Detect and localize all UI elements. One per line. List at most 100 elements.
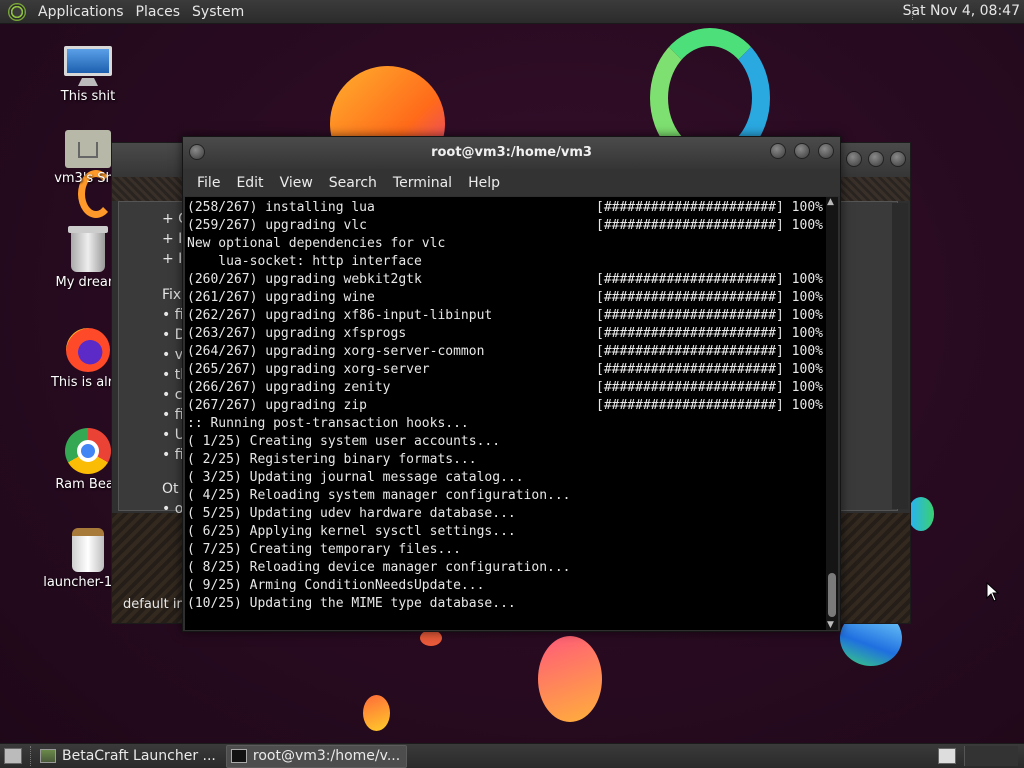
desktop-icon-label: This shit (60, 89, 116, 104)
terminal-line: ( 3/25) Updating journal message catalog… (187, 469, 828, 487)
terminal-line-text: ( 2/25) Registering binary formats... (187, 452, 477, 467)
workspace-switcher[interactable] (964, 746, 1018, 766)
clock[interactable]: Sat Nov 4, 08:47 (903, 3, 1020, 19)
progress-bar-text: [######################] 100% (596, 380, 823, 395)
terminal-line-text: ( 3/25) Updating journal message catalog… (187, 470, 524, 485)
menu-terminal[interactable]: Terminal (385, 175, 460, 191)
menu-file[interactable]: File (189, 175, 228, 191)
terminal-line-text: (258/267) installing lua (187, 200, 375, 215)
terminal-line-text: lua-socket: http interface (187, 254, 422, 269)
window-menu-button[interactable] (189, 144, 205, 160)
wallpaper-blue-small (908, 497, 934, 531)
launcher-window-controls (846, 151, 906, 167)
terminal-line-text: (260/267) upgrading webkit2gtk (187, 272, 422, 287)
taskbar-item-launcher[interactable]: BetaCraft Launcher ... (36, 745, 222, 768)
terminal-line: (261/267) upgrading wine [###############… (187, 289, 828, 307)
terminal-line: (260/267) upgrading webkit2gtk [#########… (187, 271, 828, 289)
places-menu[interactable]: Places (130, 4, 187, 20)
terminal-line-text: (267/267) upgrading zip (187, 398, 368, 413)
progress-bar-text: [######################] 100% (596, 272, 823, 287)
terminal-scrollbar[interactable]: ▲ ▼ (826, 197, 838, 630)
progress-bar-text: [######################] 100% (596, 290, 823, 305)
progress-bar-text: [######################] 100% (596, 344, 823, 359)
terminal-line-text: ( 9/25) Arming ConditionNeedsUpdate... (187, 578, 485, 593)
scroll-up-arrow-icon[interactable]: ▲ (827, 197, 834, 207)
taskbar-item-label: root@vm3:/home/v... (252, 748, 401, 764)
progress-bar-text: [######################] 100% (596, 218, 823, 233)
terminal-line: ( 7/25) Creating temporary files... (187, 541, 828, 559)
terminal-title: root@vm3:/home/vm3 (431, 145, 592, 160)
menu-edit[interactable]: Edit (228, 175, 271, 191)
terminal-output[interactable]: (258/267) installing lua [###############… (185, 197, 828, 630)
home-folder-icon (65, 130, 111, 168)
maximize-button[interactable] (794, 143, 810, 159)
taskbar-item-terminal[interactable]: root@vm3:/home/v... (225, 744, 408, 768)
terminal-line-text: ( 5/25) Updating udev hardware database.… (187, 506, 516, 521)
terminal-line: lua-socket: http interface (187, 253, 828, 271)
maximize-button[interactable] (868, 151, 884, 167)
terminal-line-text: (261/267) upgrading wine (187, 290, 375, 305)
close-button[interactable] (818, 143, 834, 159)
terminal-app-icon (230, 749, 247, 763)
close-button[interactable] (890, 151, 906, 167)
terminal-lines: (258/267) installing lua [###############… (185, 197, 828, 613)
progress-bar-text: [######################] 100% (596, 308, 823, 323)
jar-file-icon (72, 528, 104, 572)
terminal-line: (10/25) Updating the MIME type database.… (187, 595, 828, 613)
terminal-line: ( 2/25) Registering binary formats... (187, 451, 828, 469)
show-desktop-icon[interactable] (4, 748, 22, 764)
terminal-line: (267/267) upgrading zip [################… (187, 397, 828, 415)
desktop-icon-computer[interactable]: This shit (33, 46, 143, 104)
menu-help[interactable]: Help (460, 175, 508, 191)
terminal-line-text: ( 1/25) Creating system user accounts... (187, 434, 501, 449)
terminal-line: ( 8/25) Reloading device manager configu… (187, 559, 828, 577)
terminal-line-text: ( 7/25) Creating temporary files... (187, 542, 461, 557)
launcher-app-icon (40, 749, 56, 763)
terminal-line: :: Running post-transaction hooks... (187, 415, 828, 433)
mouse-cursor-icon (986, 582, 1000, 602)
progress-bar-text: [######################] 100% (596, 326, 823, 341)
wallpaper-pink-ball (538, 636, 602, 722)
terminal-line-text: (263/267) upgrading xfsprogs (187, 326, 407, 341)
terminal-line-text: (259/267) upgrading vlc (187, 218, 368, 233)
computer-icon (64, 46, 112, 86)
progress-bar-text: [######################] 100% (596, 398, 823, 413)
terminal-line: (262/267) upgrading xf86-input-libinput [… (187, 307, 828, 325)
wallpaper-small-ball (363, 695, 390, 731)
system-menu[interactable]: System (186, 4, 250, 20)
terminal-line-text: (265/267) upgrading xorg-server (187, 362, 430, 377)
menu-search[interactable]: Search (321, 175, 385, 191)
terminal-line: (258/267) installing lua [###############… (187, 199, 828, 217)
minimize-button[interactable] (846, 151, 862, 167)
terminal-line: ( 6/25) Applying kernel sysctl settings.… (187, 523, 828, 541)
terminal-line: ( 1/25) Creating system user accounts... (187, 433, 828, 451)
terminal-line: New optional dependencies for vlc (187, 235, 828, 253)
terminal-line-text: (10/25) Updating the MIME type database.… (187, 596, 516, 611)
scrollbar-thumb[interactable] (828, 573, 836, 617)
launcher-scrollbar[interactable] (892, 203, 908, 509)
terminal-line: ( 4/25) Reloading system manager configu… (187, 487, 828, 505)
minimize-button[interactable] (770, 143, 786, 159)
terminal-line-text: (266/267) upgrading zenity (187, 380, 391, 395)
distro-logo-icon[interactable] (8, 2, 26, 21)
terminal-line-text: (264/267) upgrading xorg-server-common (187, 344, 485, 359)
applications-menu[interactable]: Applications (32, 4, 130, 20)
terminal-window[interactable]: root@vm3:/home/vm3 File Edit View Search… (182, 136, 841, 632)
terminal-line-text: (262/267) upgrading xf86-input-libinput (187, 308, 493, 323)
terminal-line: ( 9/25) Arming ConditionNeedsUpdate... (187, 577, 828, 595)
terminal-line: (266/267) upgrading zenity [#############… (187, 379, 828, 397)
taskbar-item-label: BetaCraft Launcher ... (62, 748, 216, 764)
menu-view[interactable]: View (272, 175, 321, 191)
workspace-switcher-icon[interactable] (938, 748, 956, 764)
chrome-icon (65, 428, 111, 474)
terminal-line-text: :: Running post-transaction hooks... (187, 416, 469, 431)
terminal-line: (259/267) upgrading vlc [################… (187, 217, 828, 235)
terminal-menubar: File Edit View Search Terminal Help (183, 169, 840, 196)
terminal-line-text: ( 6/25) Applying kernel sysctl settings.… (187, 524, 516, 539)
terminal-line: (265/267) upgrading xorg-server [########… (187, 361, 828, 379)
bottom-taskbar: BetaCraft Launcher ... root@vm3:/home/v.… (0, 743, 1024, 768)
wallpaper-tiny-ball (420, 630, 442, 646)
scroll-down-arrow-icon[interactable]: ▼ (827, 620, 834, 630)
terminal-line-text: ( 8/25) Reloading device manager configu… (187, 560, 571, 575)
terminal-titlebar[interactable]: root@vm3:/home/vm3 (183, 137, 840, 169)
